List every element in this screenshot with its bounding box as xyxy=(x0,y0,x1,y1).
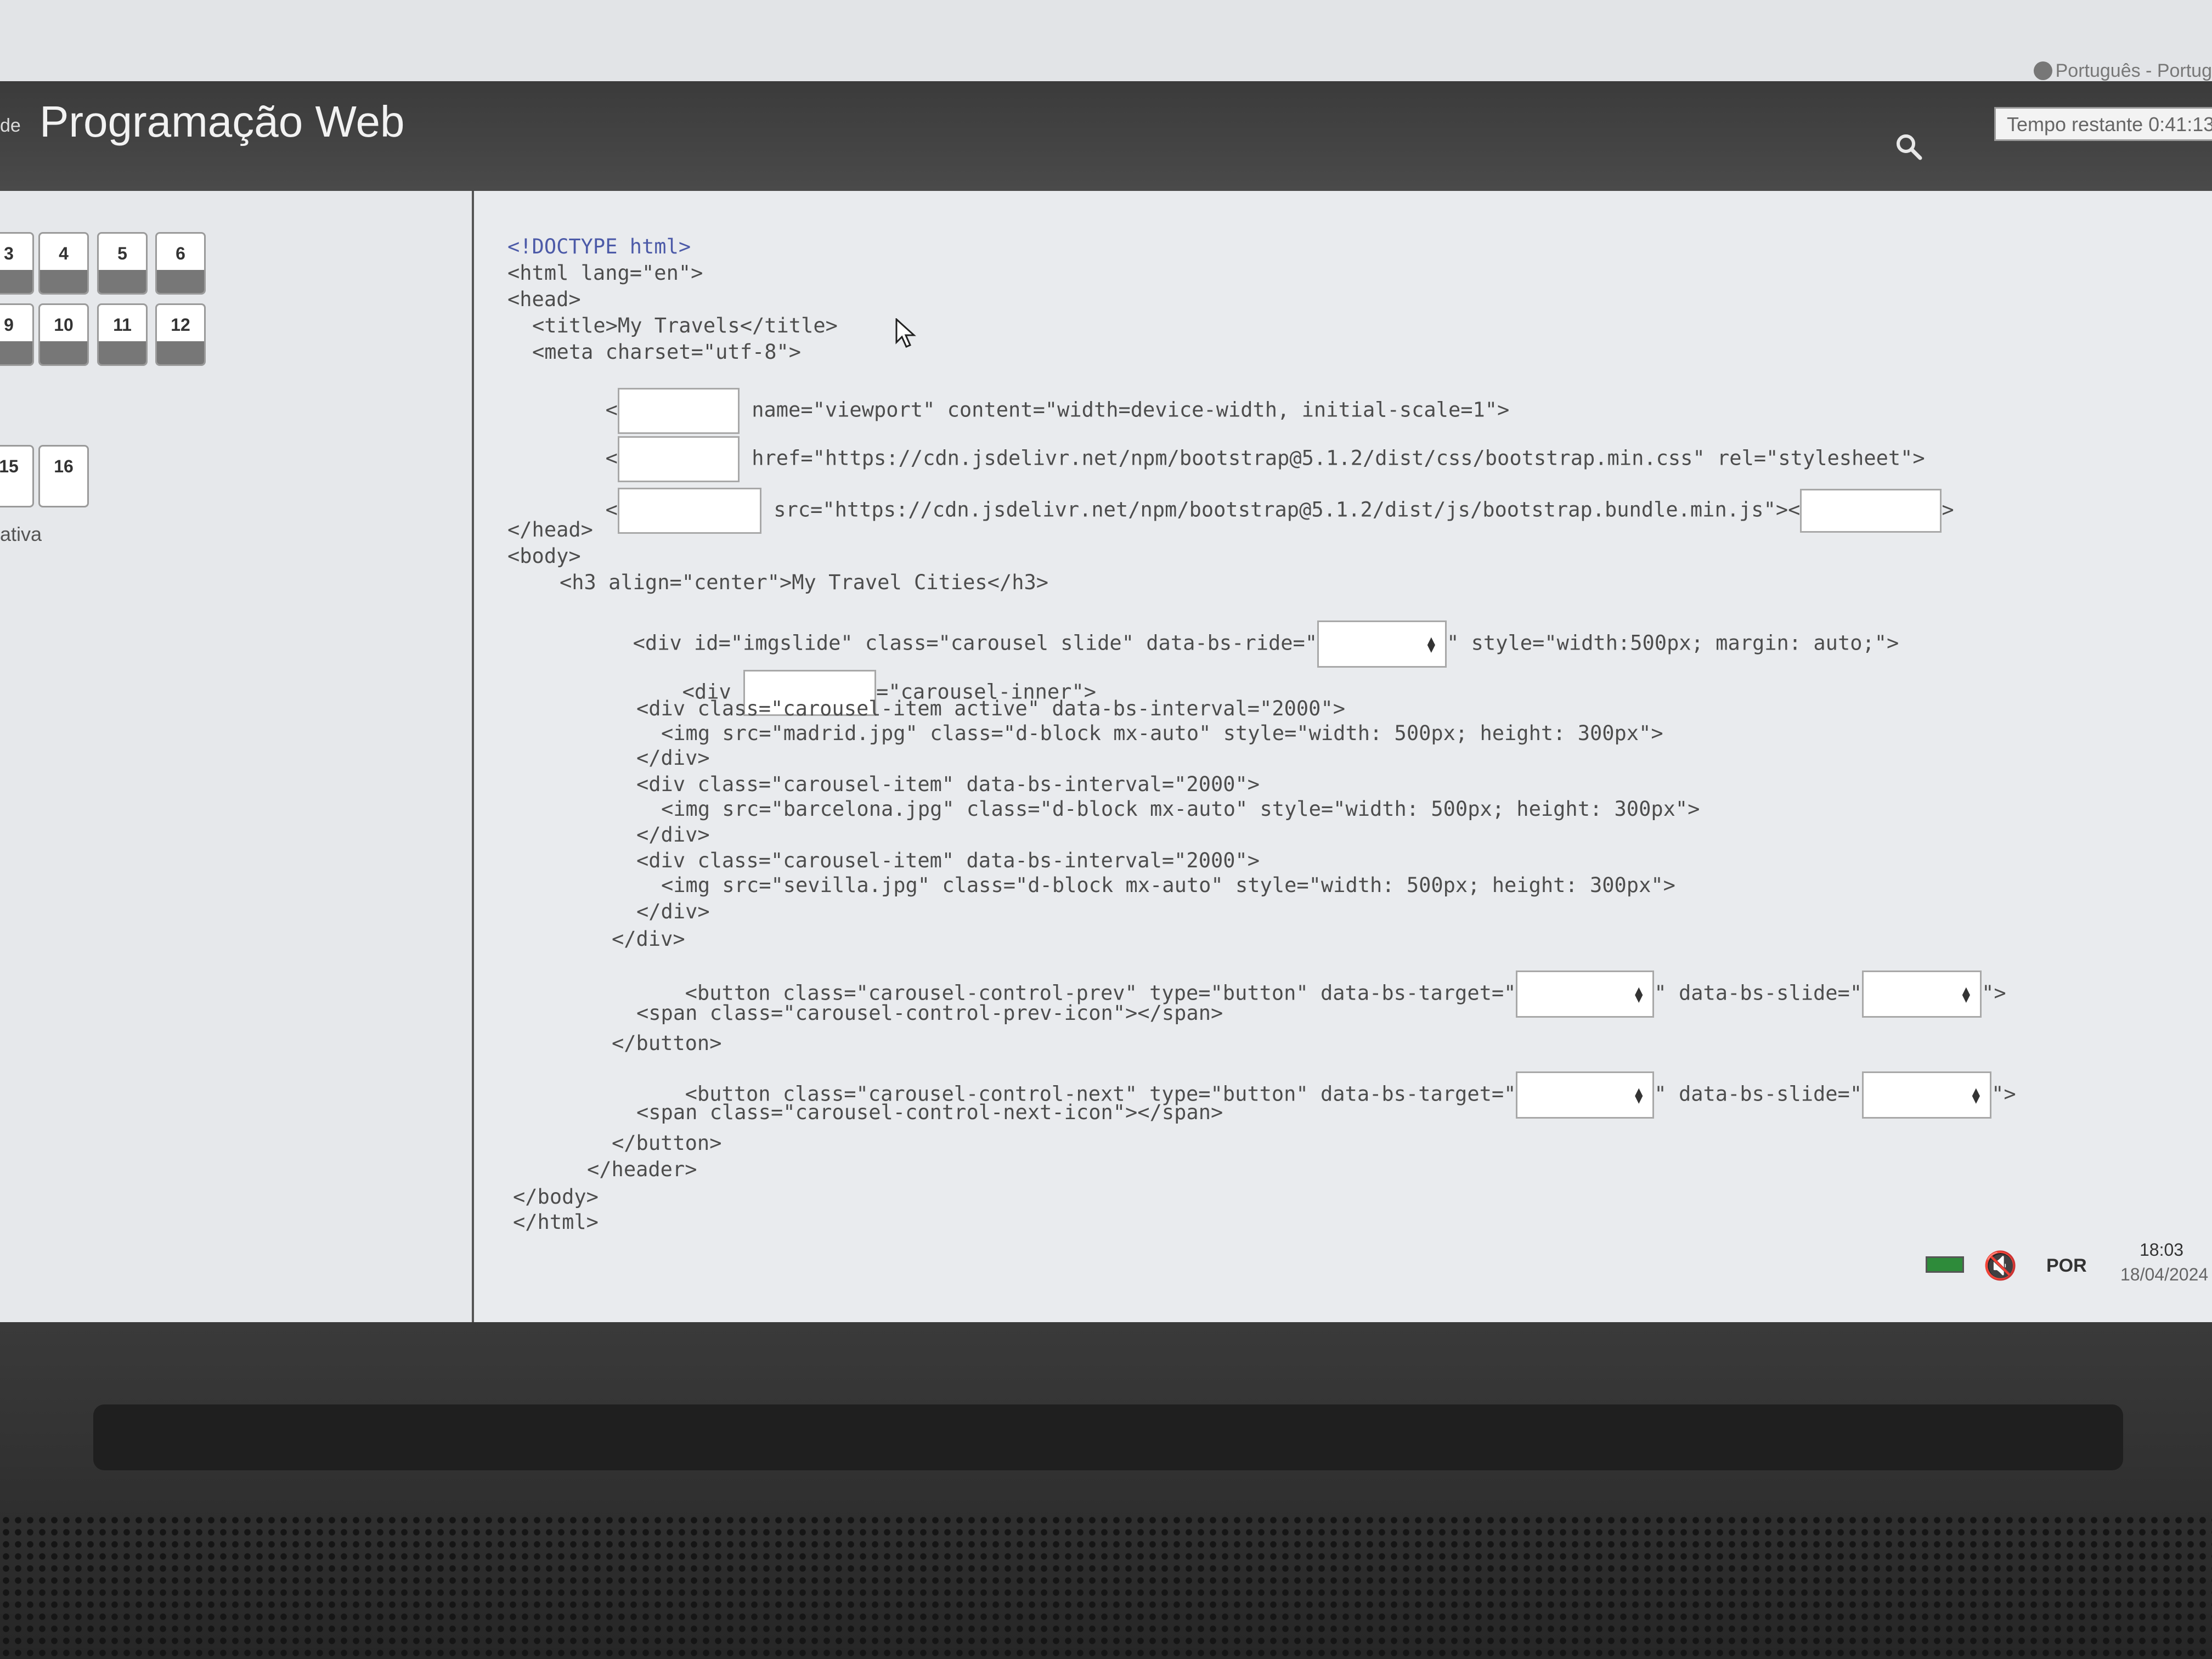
speaker-grille xyxy=(0,1514,2212,1659)
code-line: </html> xyxy=(513,1210,599,1234)
question-nav-button[interactable]: 16 xyxy=(38,445,89,507)
page-title: Programação Web xyxy=(40,97,405,146)
code-line: <img src="sevilla.jpg" class="d-block mx… xyxy=(661,873,1675,897)
question-nav-button[interactable]: 5 xyxy=(97,232,148,295)
code-line: </head> xyxy=(507,518,593,541)
question-nav-button[interactable]: 4 xyxy=(38,232,89,295)
chevron-updown-icon: ▲ ▼ xyxy=(1972,1084,1980,1107)
code-line: <body> xyxy=(507,544,581,568)
top-strip: Português - Portug xyxy=(0,0,2212,82)
chevron-updown-icon: ▲ ▼ xyxy=(1634,983,1643,1006)
system-tray: 🔇 POR 18:03 18/04/2024 xyxy=(1920,1234,2212,1300)
code-line: <div class="carousel-item" data-bs-inter… xyxy=(636,772,1260,796)
clock-date: 18/04/2024 xyxy=(2120,1265,2209,1284)
code-line: <meta charset="utf-8"> xyxy=(532,340,802,364)
answer-select-blank[interactable]: ▲ ▼ xyxy=(1862,1071,1992,1119)
answer-select-blank[interactable]: ▲ ▼ xyxy=(1516,1071,1655,1119)
chevron-updown-icon: ▲ ▼ xyxy=(1427,633,1436,656)
answer-select-blank[interactable]: ▲ ▼ xyxy=(1516,970,1655,1018)
header-prefix: de xyxy=(0,115,21,136)
code-line: <html lang="en"> xyxy=(507,261,703,285)
mouse-pointer-icon xyxy=(895,318,916,348)
code-line: <img src="madrid.jpg" class="d-block mx-… xyxy=(661,721,1663,745)
page-header: de Programação Web xyxy=(0,81,2212,191)
code-line: </body> xyxy=(513,1185,599,1209)
code-line: </div> xyxy=(636,900,710,923)
code-line: <span class="carousel-control-next-icon"… xyxy=(636,1101,1223,1124)
screen: Português - Portug de Programação Web 3 … xyxy=(0,0,2212,1322)
question-nav-button[interactable]: 11 xyxy=(97,303,148,366)
code-line: <span class="carousel-control-prev-icon"… xyxy=(636,1001,1223,1025)
code-line: <head> xyxy=(507,287,581,311)
answer-input-blank[interactable] xyxy=(1800,489,1942,533)
code-area: <!DOCTYPE html> <html lang="en"> <head> … xyxy=(507,0,2016,1234)
language-label: Português - Portug xyxy=(2055,60,2212,81)
speaker-muted-icon[interactable]: 🔇 xyxy=(1983,1250,2017,1282)
code-line: </div> xyxy=(636,746,710,770)
status-text: ativa xyxy=(0,523,42,545)
search-icon[interactable] xyxy=(1893,131,1926,163)
code-line: <img src="barcelona.jpg" class="d-block … xyxy=(661,797,1700,821)
code-line: <div class="carousel-item active" data-b… xyxy=(636,697,1346,720)
chevron-updown-icon: ▲ ▼ xyxy=(1634,1084,1643,1107)
code-line: <div class="carousel-item" data-bs-inter… xyxy=(636,849,1260,872)
quiz-navigation: 3 4 5 6 9 10 11 12 15 16 ativa xyxy=(0,191,474,1322)
answer-select-blank[interactable]: ▲ ▼ xyxy=(1317,620,1447,668)
code-line: </button> xyxy=(612,1131,722,1155)
question-nav-button[interactable]: 10 xyxy=(38,303,89,366)
code-line: </header> xyxy=(587,1158,697,1181)
answer-input-blank[interactable] xyxy=(617,488,761,534)
code-line: < src="https://cdn.jsdelivr.net/npm/boot… xyxy=(532,464,1954,557)
question-nav-button[interactable]: 9 xyxy=(0,303,34,366)
code-line: <!DOCTYPE html> xyxy=(507,235,691,258)
question-nav-button[interactable]: 15 xyxy=(0,445,34,507)
chevron-updown-icon: ▲ ▼ xyxy=(1962,983,1971,1006)
language-selector[interactable]: Português - Portug xyxy=(2033,60,2212,82)
code-line: <title>My Travels</title> xyxy=(532,314,838,337)
globe-icon xyxy=(2033,61,2052,80)
time-remaining: Tempo restante 0:41:13 xyxy=(1994,107,2212,141)
question-nav-button[interactable]: 12 xyxy=(155,303,206,366)
code-line: </div> xyxy=(636,823,710,847)
laptop-hinge xyxy=(93,1404,2123,1470)
code-line: <button class="carousel-control-prev" ty… xyxy=(612,947,2006,1041)
clock-time: 18:03 xyxy=(2140,1240,2184,1260)
question-nav-button[interactable]: 6 xyxy=(155,232,206,295)
code-line: <button class="carousel-control-next" ty… xyxy=(612,1048,2016,1142)
code-line: <h3 align="center">My Travel Cities</h3> xyxy=(560,571,1049,594)
input-language[interactable]: POR xyxy=(2046,1255,2087,1277)
question-nav-button[interactable]: 3 xyxy=(0,232,34,295)
battery-icon[interactable] xyxy=(1926,1256,1964,1273)
answer-select-blank[interactable]: ▲ ▼ xyxy=(1862,970,1982,1018)
